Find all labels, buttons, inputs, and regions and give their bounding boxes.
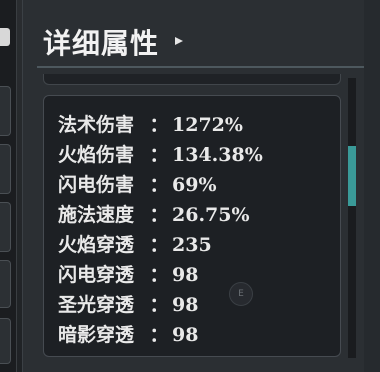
previous-section-box	[43, 74, 341, 85]
stat-separator: ：	[149, 114, 169, 136]
stat-value: 1272%	[172, 114, 243, 136]
stats-list: 法术伤害： 1272% 火焰伤害： 134.38% 闪电伤害： 69% 施法速度： 26…	[43, 95, 341, 357]
stat-value: 98	[172, 294, 199, 316]
stat-name: 施法速度	[58, 204, 135, 226]
stat-row: 施法速度 ： 26.75%	[58, 200, 250, 227]
stat-row: 闪电伤害 ： 69%	[58, 170, 217, 197]
left-slot[interactable]	[0, 202, 11, 252]
item-icon[interactable]	[0, 28, 10, 46]
stat-name: 闪电伤害	[58, 174, 135, 196]
stat-separator: ：	[149, 264, 169, 286]
stat-row: 圣光穿透 ： 98	[58, 290, 198, 317]
header-divider	[37, 66, 365, 68]
detail-attributes-panel: 详细属性 法术伤害： 1272% 火焰伤害： 134.38% 闪电伤害： 69% 施法…	[22, 0, 365, 372]
right-edge	[364, 0, 380, 372]
panel-header: 详细属性	[23, 0, 365, 70]
stat-separator: ：	[149, 144, 169, 166]
stat-name: 法术伤害	[58, 114, 135, 136]
stat-separator: ：	[149, 234, 169, 256]
stat-value: 98	[172, 264, 199, 286]
stat-value: 69%	[172, 174, 217, 196]
stat-row: 法术伤害 ： 1272%	[58, 110, 243, 137]
game-ui-frame: 详细属性 法术伤害： 1272% 火焰伤害： 134.38% 闪电伤害： 69% 施法…	[0, 0, 380, 372]
stat-name: 火焰伤害	[58, 144, 135, 166]
scrollbar-thumb[interactable]	[348, 146, 356, 206]
stat-row: 火焰穿透 ： 235	[58, 230, 212, 257]
left-slot[interactable]	[0, 86, 11, 136]
left-slot-strip	[0, 0, 17, 372]
left-slot[interactable]	[0, 144, 11, 194]
stat-row: 火焰伤害 ： 134.38%	[58, 140, 263, 167]
stat-separator: ：	[149, 324, 169, 346]
stat-row: 暗影穿透 ： 98	[58, 320, 198, 347]
interact-key-hint-icon: E	[229, 282, 253, 306]
scrollbar-track[interactable]	[348, 78, 356, 358]
left-slot[interactable]	[0, 260, 11, 308]
left-slot[interactable]	[0, 318, 11, 364]
stat-name: 圣光穿透	[58, 294, 135, 316]
stat-value: 134.38%	[172, 144, 263, 166]
stat-separator: ：	[149, 204, 169, 226]
stat-value: 235	[172, 234, 212, 256]
stat-value: 98	[172, 324, 199, 346]
stat-name: 火焰穿透	[58, 234, 135, 256]
stat-name: 暗影穿透	[58, 324, 135, 346]
stat-separator: ：	[149, 294, 169, 316]
stat-row: 闪电穿透 ： 98	[58, 260, 198, 287]
caret-right-icon[interactable]	[175, 37, 183, 45]
stat-name: 闪电穿透	[58, 264, 135, 286]
stat-separator: ：	[149, 174, 169, 196]
stat-value: 26.75%	[172, 204, 250, 226]
panel-title: 详细属性	[43, 27, 160, 60]
